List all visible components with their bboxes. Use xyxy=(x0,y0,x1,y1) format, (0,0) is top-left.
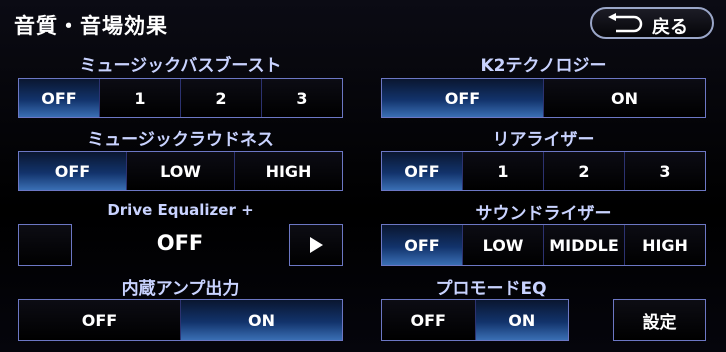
k2-technology-label: K2テクノロジー xyxy=(480,56,607,76)
rear-riser-option-off[interactable]: OFF xyxy=(382,152,463,190)
rear-riser-option-3[interactable]: 3 xyxy=(625,152,705,190)
music-bass-boost-option-3[interactable]: 3 xyxy=(262,79,342,117)
drive-equalizer-label: Drive Equalizer + xyxy=(107,201,254,219)
internal-amp-option-off[interactable]: OFF xyxy=(19,300,181,340)
pro-mode-eq-label: プロモードEQ xyxy=(435,279,547,299)
music-loudness-option-low[interactable]: LOW xyxy=(127,152,235,190)
rear-riser-label: リアライザー xyxy=(492,130,595,150)
rear-riser-option-2[interactable]: 2 xyxy=(544,152,625,190)
page-title: 音質・音場効果 xyxy=(14,14,168,38)
back-button[interactable]: 戻る xyxy=(590,7,714,39)
return-arrow-icon xyxy=(608,13,643,33)
music-loudness-label: ミュージックラウドネス xyxy=(87,130,274,150)
internal-amp-option-on[interactable]: ON xyxy=(181,300,342,340)
internal-amp-label: 内蔵アンプ出力 xyxy=(121,279,240,299)
sound-riser-selector: OFF LOW MIDDLE HIGH xyxy=(381,224,706,266)
music-loudness-option-high[interactable]: HIGH xyxy=(235,152,342,190)
pro-mode-eq-selector: OFF ON xyxy=(381,299,569,341)
pro-mode-eq-option-off[interactable]: OFF xyxy=(382,300,476,340)
sound-riser-option-middle[interactable]: MIDDLE xyxy=(544,225,625,265)
sound-riser-option-low[interactable]: LOW xyxy=(463,225,544,265)
music-bass-boost-option-off[interactable]: OFF xyxy=(19,79,100,117)
music-bass-boost-selector: OFF 1 2 3 xyxy=(18,78,343,118)
play-icon xyxy=(310,237,323,253)
music-bass-boost-label: ミュージックバスブースト xyxy=(79,56,282,76)
music-bass-boost-option-1[interactable]: 1 xyxy=(100,79,181,117)
pro-mode-eq-settings-button[interactable]: 設定 xyxy=(613,299,706,341)
internal-amp-selector: OFF ON xyxy=(18,299,343,341)
sound-riser-option-off[interactable]: OFF xyxy=(382,225,463,265)
k2-technology-selector: OFF ON xyxy=(381,78,706,118)
back-button-label: 戻る xyxy=(652,17,688,38)
rear-riser-selector: OFF 1 2 3 xyxy=(381,151,706,191)
k2-technology-option-off[interactable]: OFF xyxy=(382,79,544,117)
rear-riser-option-1[interactable]: 1 xyxy=(463,152,544,190)
sound-riser-label: サウンドライザー xyxy=(475,204,612,224)
pro-mode-eq-option-on[interactable]: ON xyxy=(475,300,568,340)
drive-equalizer-value: OFF xyxy=(156,231,204,255)
k2-technology-option-on[interactable]: ON xyxy=(544,79,705,117)
music-bass-boost-option-2[interactable]: 2 xyxy=(181,79,262,117)
music-loudness-option-off[interactable]: OFF xyxy=(19,152,127,190)
drive-equalizer-indicator[interactable] xyxy=(18,224,72,266)
sound-riser-option-high[interactable]: HIGH xyxy=(625,225,705,265)
music-loudness-selector: OFF LOW HIGH xyxy=(18,151,343,191)
drive-equalizer-play-button[interactable] xyxy=(289,224,343,266)
